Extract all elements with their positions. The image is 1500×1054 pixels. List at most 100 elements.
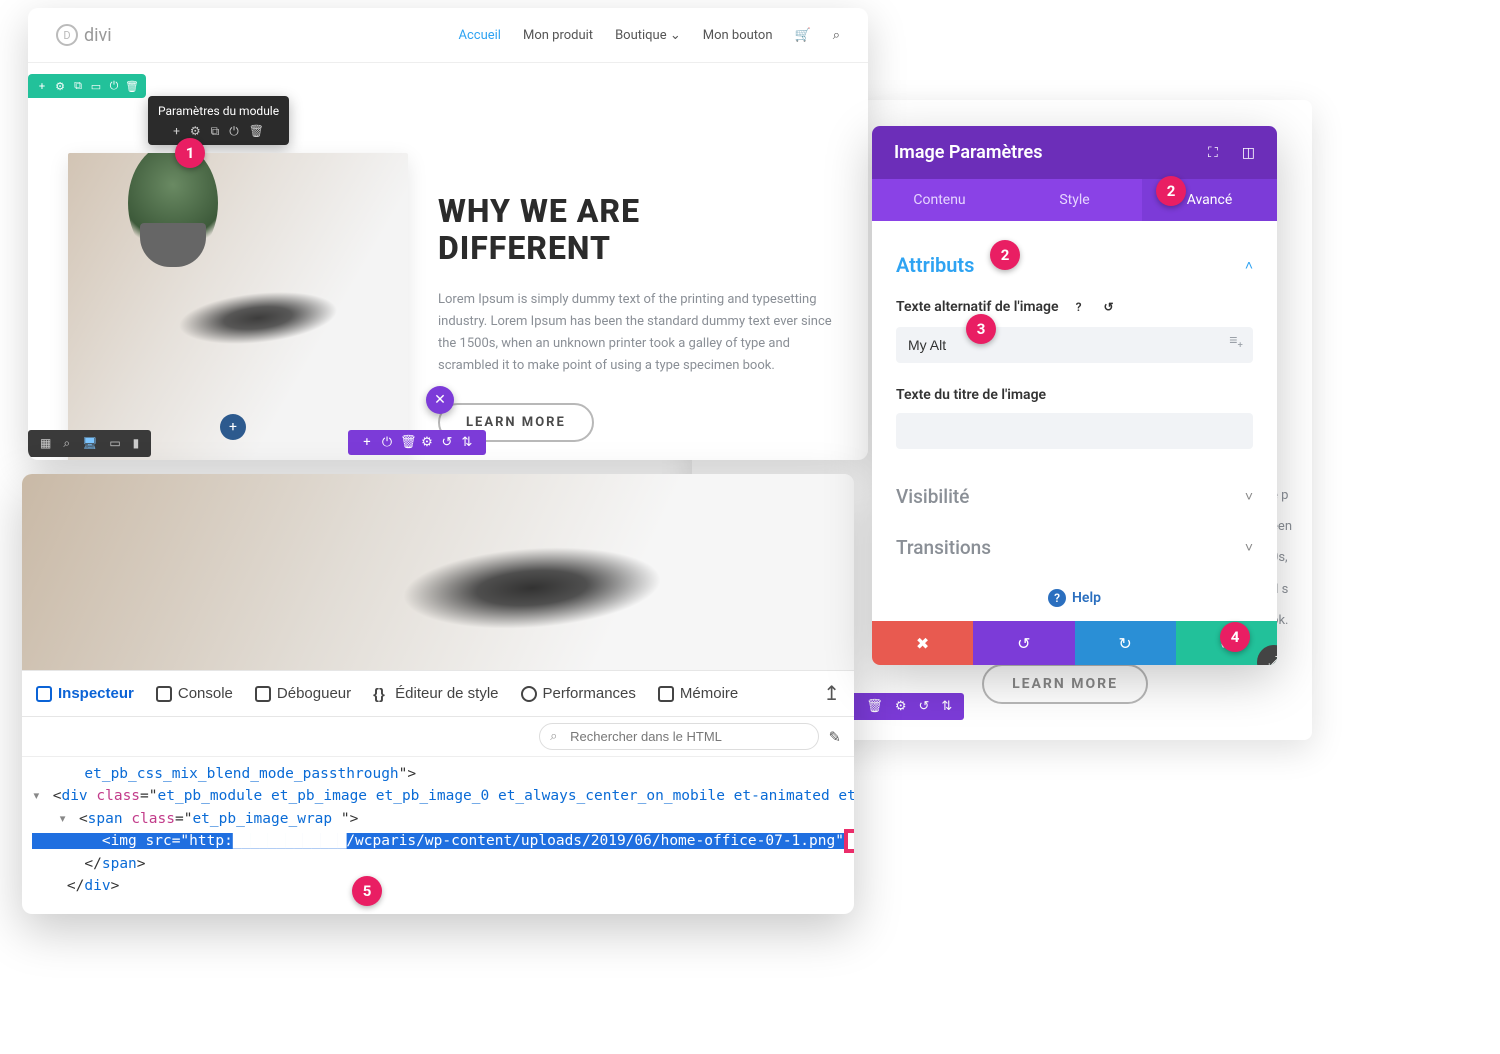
perf-icon [521, 686, 537, 702]
tab-performances[interactable]: Performances [521, 685, 636, 702]
tooltip-label: Paramètres du module [158, 104, 279, 118]
alt-text-label-row: Texte alternatif de l'image ? ↺ [896, 297, 1253, 317]
section-transitions-label: Transitions [896, 536, 991, 559]
title-text-label: Texte du titre de l'image [896, 387, 1046, 403]
divi-builder-preview: D divi Accueil Mon produit Boutique ⌄ Mo… [28, 8, 868, 460]
step-badge-1: 1 [175, 138, 205, 168]
zoom-icon[interactable]: ⌕ [63, 436, 70, 451]
plant-pot [140, 223, 206, 267]
step-badge-2b: 2 [990, 240, 1020, 270]
chevron-up-icon: ˄ [1245, 257, 1253, 274]
module-toolbar-purple[interactable]: + ⏻ 🗑 ⚙ ↺ ⇅ [348, 430, 486, 455]
tab-style[interactable]: Style [1007, 179, 1142, 221]
duplicate-icon[interactable]: ⧉ [211, 124, 220, 139]
settings-footer: ✖ ↺ ↻ ✔ [872, 621, 1277, 665]
add-row-fab[interactable]: + [220, 414, 246, 440]
plus-icon[interactable]: + [173, 124, 180, 139]
inspector-icon [36, 686, 52, 702]
plus-icon[interactable]: + [34, 78, 50, 94]
duplicate-icon[interactable]: ⧉ [70, 78, 86, 94]
gear-icon[interactable]: ⚙ [895, 699, 907, 714]
nav-accueil[interactable]: Accueil [459, 28, 501, 43]
devtools-dom-tree[interactable]: et_pb_css_mix_blend_mode_passthrough"> ▾… [22, 757, 854, 912]
nav-boutique[interactable]: Boutique ⌄ [615, 28, 681, 43]
sliders-icon[interactable]: ⇅ [941, 699, 952, 714]
trash-icon[interactable]: 🗑 [866, 699, 883, 714]
undo-button[interactable]: ↺ [973, 621, 1074, 665]
section-visibilite-label: Visibilité [896, 485, 969, 508]
gear-icon[interactable]: ⚙ [420, 435, 434, 450]
alt-text-input[interactable] [896, 327, 1253, 363]
section-visibilite[interactable]: Visibilité ˅ [896, 471, 1253, 522]
devtools-search-row: Rechercher dans le HTML ✎ [22, 717, 854, 757]
settings-title: Image Paramètres [894, 142, 1042, 163]
main-nav: Accueil Mon produit Boutique ⌄ Mon bouto… [459, 28, 841, 43]
history-icon[interactable]: ↺ [918, 699, 929, 714]
wireframe-icon[interactable]: ▦ [40, 436, 51, 451]
bg-learn-more-button[interactable]: LEARN MORE [982, 664, 1148, 704]
title-text-input[interactable] [896, 413, 1253, 449]
search-icon[interactable]: ⌕ [833, 28, 840, 43]
history-icon[interactable]: ↺ [440, 435, 454, 450]
close-section-fab[interactable]: ✕ [426, 386, 454, 414]
cancel-button[interactable]: ✖ [872, 621, 973, 665]
section-attributs[interactable]: Attributs ˄ [896, 239, 1253, 291]
hero-image[interactable] [68, 153, 408, 460]
site-header: D divi Accueil Mon produit Boutique ⌄ Mo… [28, 8, 868, 63]
tab-console[interactable]: Console [156, 685, 233, 702]
devtools-preview-image [22, 474, 854, 670]
snap-icon[interactable]: ◫ [1242, 145, 1255, 161]
site-logo[interactable]: D divi [56, 24, 112, 46]
trash-icon[interactable]: 🗑 [124, 78, 140, 94]
step-badge-5: 5 [352, 876, 382, 906]
debugger-icon [255, 686, 271, 702]
reset-icon[interactable]: ↺ [1099, 297, 1119, 317]
alt-text-label: Texte alternatif de l'image [896, 299, 1059, 315]
tab-inspecteur[interactable]: Inspecteur [36, 685, 134, 702]
power-icon[interactable]: ⏻ [106, 78, 122, 94]
device-preview-toolbar[interactable]: ▦ ⌕ 🖥 ▭ ▮ [28, 430, 151, 457]
gear-icon[interactable]: ⚙ [190, 124, 201, 139]
devtools-tabs: Inspecteur Console Débogueur {}Éditeur d… [22, 670, 854, 717]
html-search-input[interactable]: Rechercher dans le HTML [539, 723, 819, 750]
tab-memoire[interactable]: Mémoire [658, 685, 738, 702]
logo-text: divi [84, 25, 112, 46]
nav-mon-produit[interactable]: Mon produit [523, 28, 593, 43]
title-text-label-row: Texte du titre de l'image [896, 387, 1253, 403]
chevron-down-icon: ⌄ [670, 28, 681, 43]
sliders-icon[interactable]: ⇅ [460, 435, 474, 450]
phone-icon[interactable]: ▮ [133, 436, 140, 451]
hero-title: WHY WE ARE DIFFERENT [438, 193, 838, 267]
tab-debogueur[interactable]: Débogueur [255, 685, 351, 702]
section-toolbar-green[interactable]: + ⚙ ⧉ ▭ ⏻ 🗑 [28, 74, 146, 98]
redo-button[interactable]: ↻ [1075, 621, 1176, 665]
tab-editeur-style[interactable]: {}Éditeur de style [373, 685, 498, 702]
hero-body: Lorem Ipsum is simply dummy text of the … [438, 289, 838, 377]
power-icon[interactable]: ⏻ [380, 435, 394, 450]
settings-header: Image Paramètres ⛶ ◫ [872, 126, 1277, 179]
dynamic-content-icon[interactable]: ≡₊ [1229, 332, 1243, 349]
nav-mon-bouton[interactable]: Mon bouton [703, 28, 773, 43]
eyedropper-icon[interactable]: ✎ [829, 726, 840, 747]
trash-icon[interactable]: 🗑 [249, 124, 264, 139]
tab-contenu[interactable]: Contenu [872, 179, 1007, 221]
expand-icon[interactable]: ⛶ [1208, 145, 1218, 161]
step-badge-4: 4 [1220, 622, 1250, 652]
trash-icon[interactable]: 🗑 [400, 435, 414, 450]
plus-icon[interactable]: + [360, 435, 374, 450]
power-icon[interactable]: ⏻ [229, 124, 239, 139]
columns-icon[interactable]: ▭ [88, 78, 104, 94]
desktop-icon[interactable]: 🖥 [82, 436, 97, 451]
module-settings-tooltip: Paramètres du module + ⚙ ⧉ ⏻ 🗑 [148, 96, 289, 145]
hero-text-block: WHY WE ARE DIFFERENT Lorem Ipsum is simp… [438, 153, 838, 429]
settings-tabs: Contenu Style Avancé [872, 179, 1277, 221]
braces-icon: {} [373, 686, 389, 702]
help-link[interactable]: Help [872, 579, 1277, 621]
console-icon [156, 686, 172, 702]
overflow-icon[interactable]: ↥ [823, 681, 840, 706]
tablet-icon[interactable]: ▭ [109, 436, 120, 451]
gear-icon[interactable]: ⚙ [52, 78, 68, 94]
section-transitions[interactable]: Transitions ˅ [896, 522, 1253, 573]
help-icon[interactable]: ? [1069, 297, 1089, 317]
cart-icon[interactable]: 🛒 [795, 28, 811, 43]
